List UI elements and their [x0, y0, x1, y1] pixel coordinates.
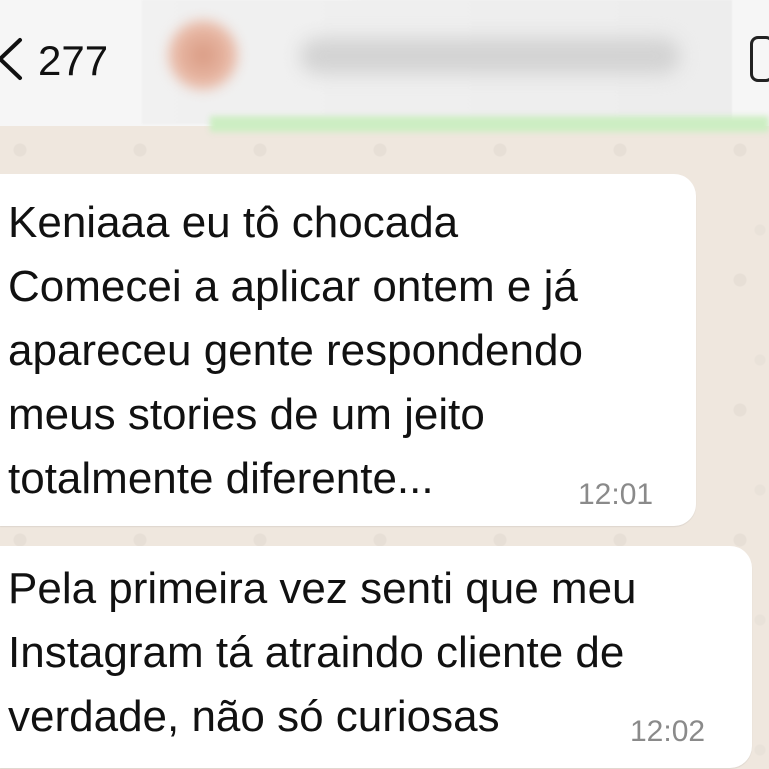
back-chevron-icon[interactable]: [0, 36, 30, 82]
message-bubble[interactable]: Pela primeira vez senti que meu Instagra…: [0, 546, 752, 768]
unread-count[interactable]: 277: [38, 38, 108, 84]
video-call-icon[interactable]: [750, 36, 769, 82]
header-accent-strip: [210, 116, 769, 132]
contact-name-blurred[interactable]: [300, 38, 680, 74]
message-timestamp: 12:02: [630, 715, 706, 748]
message-timestamp: 12:01: [578, 478, 654, 511]
avatar[interactable]: [168, 20, 238, 90]
message-text: Keniaaa eu tô chocada Comecei a aplicar …: [8, 198, 583, 503]
message-bubble[interactable]: Keniaaa eu tô chocada Comecei a aplicar …: [0, 174, 696, 526]
message-text: Pela primeira vez senti que meu Instagra…: [8, 564, 637, 741]
chat-header: 277: [0, 0, 769, 126]
